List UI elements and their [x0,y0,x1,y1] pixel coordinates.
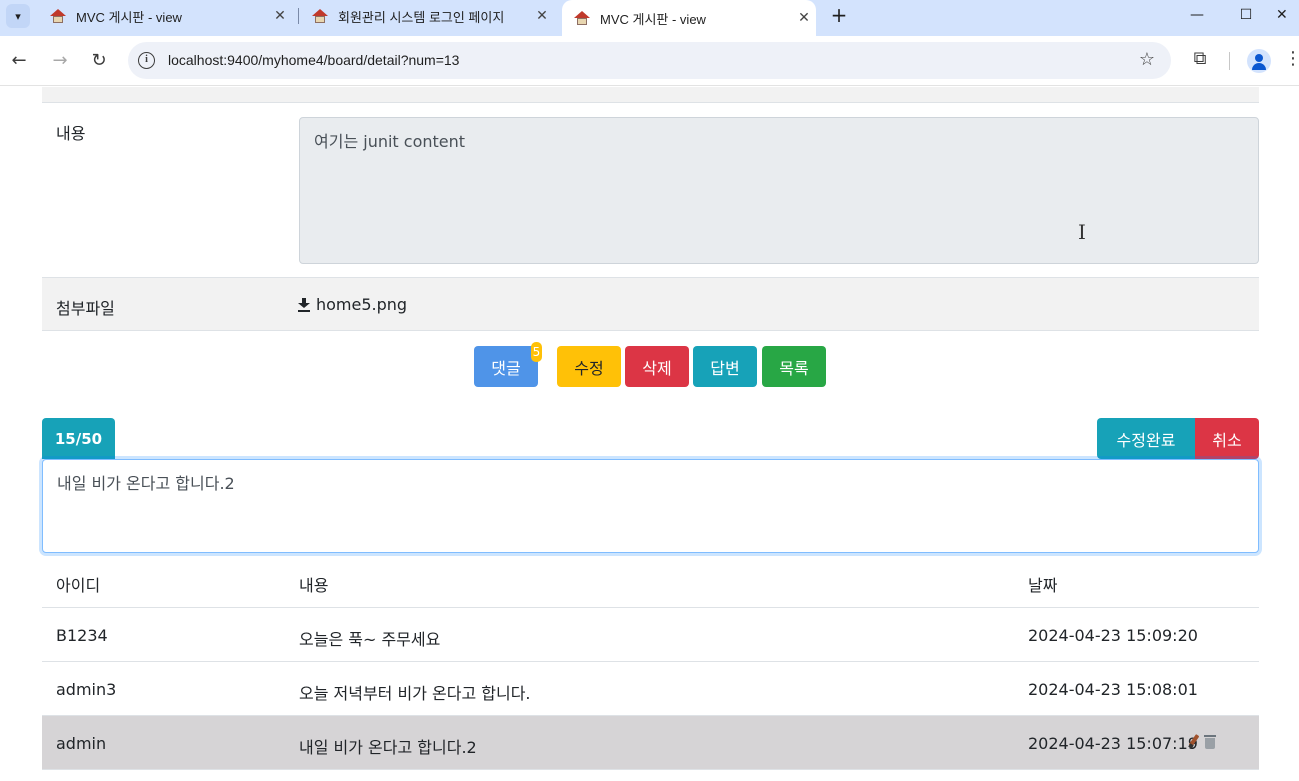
tab-close-icon[interactable]: ✕ [268,8,292,24]
minimize-button[interactable]: — [1174,0,1220,30]
list-button[interactable]: 목록 [762,346,826,387]
attachment-filename[interactable]: home5.png [316,295,407,314]
attachment-row [42,277,1259,331]
attachment-label: 첨부파일 [56,299,115,318]
browser-tab-strip: ▾ MVC 게시판 - view ✕ 회원관리 시스템 로그인 페이지 ✕ MV… [0,0,1299,36]
home-favicon-icon [312,8,328,24]
column-header-content: 내용 [299,576,329,595]
tab-title: MVC 게시판 - view [76,9,182,25]
tab-mvc-board-active[interactable]: MVC 게시판 - view ✕ [562,0,816,36]
comment-author: B1234 [56,626,108,645]
comment-content: 오늘은 푹~ 주무세요 [299,630,441,649]
address-bar[interactable]: i localhost:9400/myhome4/board/detail?nu… [128,42,1171,79]
pencil-icon[interactable] [1188,733,1200,749]
comment-author: admin3 [56,680,117,699]
row-actions [1188,733,1216,749]
tab-title: 회원관리 시스템 로그인 페이지 [338,9,505,25]
column-header-date: 날짜 [1028,576,1058,595]
board-detail-page: 내용 여기는 junit content I 첨부파일 home5.png 댓글… [0,87,1299,781]
maximize-button[interactable]: ☐ [1223,0,1269,30]
comment-date: 2024-04-23 15:09:20 [1028,626,1198,645]
back-arrow-icon[interactable]: ← [6,48,32,74]
new-tab-button[interactable]: + [826,2,852,28]
url-text[interactable]: localhost:9400/myhome4/board/detail?num=… [168,52,459,68]
previous-table-row [42,87,1259,103]
table-row: admin3 오늘 저녁부터 비가 온다고 합니다. 2024-04-23 15… [42,662,1259,716]
download-icon [298,297,310,312]
site-info-icon[interactable]: i [138,52,155,69]
content-textarea[interactable]: 여기는 junit content [299,117,1259,264]
comment-textarea[interactable]: 내일 비가 온다고 합니다.2 [42,459,1259,553]
trash-icon[interactable] [1204,734,1216,749]
reply-button[interactable]: 답변 [693,346,757,387]
tab-mvc-board-1[interactable]: MVC 게시판 - view ✕ [38,0,292,32]
text-cursor-icon: I [1078,220,1086,244]
edit-button[interactable]: 수정 [557,346,621,387]
table-row: B1234 오늘은 푹~ 주무세요 2024-04-23 15:09:20 [42,608,1259,662]
delete-button[interactable]: 삭제 [625,346,689,387]
comment-table: 아이디 내용 날짜 B1234 오늘은 푹~ 주무세요 2024-04-23 1… [42,554,1259,770]
tab-close-icon[interactable]: ✕ [530,8,554,24]
comment-content: 내일 비가 온다고 합니다.2 [299,738,477,757]
reload-icon[interactable]: ↻ [86,48,112,74]
forward-arrow-icon[interactable]: → [47,48,73,74]
comment-date: 2024-04-23 15:07:19 [1028,734,1198,753]
profile-avatar-icon[interactable] [1247,49,1271,73]
column-header-id: 아이디 [56,576,101,595]
tab-close-icon[interactable]: ✕ [792,10,816,26]
save-edit-button[interactable]: 수정완료 [1097,418,1195,459]
browser-menu-icon[interactable]: ⋮ [1284,48,1299,69]
comment-count-badge: 5 [531,342,542,362]
comment-date: 2024-04-23 15:08:01 [1028,680,1198,699]
table-header-row: 아이디 내용 날짜 [42,554,1259,608]
browser-toolbar: ← → ↻ i localhost:9400/myhome4/board/det… [0,36,1299,86]
tab-title: MVC 게시판 - view [600,11,706,27]
comment-author: admin [56,734,107,753]
comment-content: 오늘 저녁부터 비가 온다고 합니다. [299,684,531,703]
window-close-button[interactable]: ✕ [1272,0,1299,30]
char-counter-badge: 15/50 [42,418,115,459]
tab-search-button[interactable]: ▾ [6,4,30,28]
home-favicon-icon [50,8,66,24]
tab-divider [298,8,299,24]
tab-login-page[interactable]: 회원관리 시스템 로그인 페이지 ✕ [300,0,554,32]
content-label: 내용 [56,124,86,143]
cancel-button[interactable]: 취소 [1195,418,1259,459]
comment-button[interactable]: 댓글 [474,346,538,387]
toolbar-divider [1229,52,1230,70]
home-favicon-icon [574,10,590,26]
attachment-download-link[interactable]: home5.png [298,295,407,314]
bookmark-star-icon[interactable]: ☆ [1139,49,1155,70]
table-row-selected[interactable]: admin 내일 비가 온다고 합니다.2 2024-04-23 15:07:1… [42,716,1259,770]
extensions-puzzle-icon[interactable]: ⧉ [1188,48,1212,72]
